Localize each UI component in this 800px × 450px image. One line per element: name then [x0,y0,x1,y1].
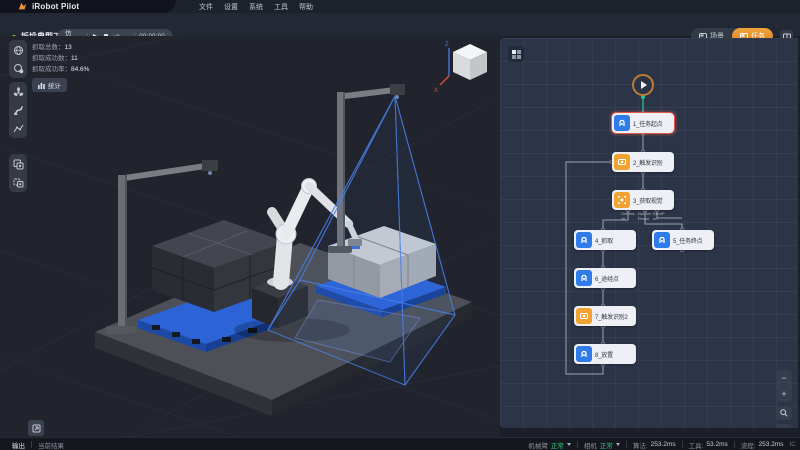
divider [577,441,578,448]
flow-connectors [500,38,798,428]
viewport-3d[interactable]: Z X 抓取总数：13 抓取成功数：11 抓取成功率：84.6% 统计 [0,36,500,437]
toolbar: 拆垛典型工程 仿真 x2 00:00:00 场景 任务 [0,13,800,36]
port-label-error: ErrorPort [653,212,665,221]
menu-settings[interactable]: 设置 [221,2,241,12]
flow-start-node[interactable] [632,74,654,96]
tool-time: 工具: 53.2ms [689,440,728,450]
task-flow-panel[interactable]: 1_任务起点 2_触发识别 3_获取视觉 4_抓取 5_任务终点 6_途经点 7… [500,38,798,428]
divider [682,441,683,448]
trajectory-icon[interactable] [11,121,25,135]
sidebar-group-scene [9,40,27,78]
world-settings-icon[interactable] [11,61,25,75]
robot-status-dropdown[interactable]: 机械臂 正常 [528,440,571,450]
statistics-button[interactable]: 统计 [32,78,67,92]
robot-icon[interactable] [11,103,25,117]
sidebar-group-capture [9,154,27,192]
stat-success: 抓取成功数：11 [32,53,89,64]
logo: iRobot Pilot [0,0,176,13]
statusbar: 输出 当前结果 机械臂 正常 相机 正常 算法: 253.2ms [0,437,800,450]
menu-file[interactable]: 文件 [196,2,216,12]
camera-node-icon [576,308,592,324]
snapshot-icon[interactable] [11,157,25,171]
tab-current-result[interactable]: 当前结果 [38,440,64,450]
logo-text: iRobot Pilot [32,2,79,11]
stat-rate: 抓取成功率：84.6% [32,64,89,75]
flow-node-grab[interactable]: 4_抓取 [574,230,636,250]
restore-panel-button[interactable] [28,420,44,436]
tab-output[interactable]: 输出 [12,440,25,450]
app-window: iRobot Pilot 文件 设置 系统 工具 帮助 拆垛典型工程 仿真 x2… [0,0,800,450]
grid-icon [512,50,521,59]
flow-node-get-vision[interactable]: 3_获取视觉 [612,190,674,210]
flow-time: 流程: 253.2ms [741,440,784,450]
chevron-down-icon [616,443,620,446]
port-label-get-result: GetResult [621,212,635,221]
magnifier-icon [780,409,788,417]
algo-time: 算法: 253.2ms [633,440,676,450]
axis-x-label: X [434,88,438,94]
zoom-out-button[interactable]: − [781,373,786,383]
menu-bar: 文件 设置 系统 工具 帮助 [196,0,316,13]
menu-system[interactable]: 系统 [246,2,266,12]
gripper-node-icon [576,346,592,362]
scene-3d: Z X [0,36,500,437]
camera-status-dropdown[interactable]: 相机 正常 [584,440,620,450]
divider [734,441,735,448]
axis-z-label: Z [445,42,449,48]
menubar: iRobot Pilot 文件 设置 系统 工具 帮助 [0,0,800,13]
divider [31,441,32,448]
snapshot-add-icon[interactable] [11,175,25,189]
flow-node-place[interactable]: 8_放置 [574,344,636,364]
nav-cube[interactable]: Z X [434,42,487,94]
flow-node-trigger-recognition[interactable]: 2_触发识别 [612,152,674,172]
gripper-icon[interactable] [11,85,25,99]
menu-tools[interactable]: 工具 [271,2,291,12]
statusbar-tabs: 输出 当前结果 [12,438,64,450]
statusbar-metrics: 机械臂 正常 相机 正常 算法: 253.2ms 工具: 53.2ms [528,438,796,450]
fit-actual-size-button[interactable]: 1:1 [776,424,792,428]
flow-node-trigger-recognition-2[interactable]: 7_触发识别2 [574,306,636,326]
gripper-node-icon [576,232,592,248]
zoom-in-button[interactable]: + [781,389,786,399]
port-label-not-get-result: NotGetResult [638,212,652,221]
stat-total: 抓取总数：13 [32,42,89,53]
bar-chart-icon [38,82,45,89]
chevron-down-icon [567,443,571,446]
sidebar-group-robot [9,82,27,138]
gripper-node-icon [654,232,670,248]
flow-node-task-start[interactable]: 1_任务起点 [612,113,674,133]
menu-help[interactable]: 帮助 [296,2,316,12]
gripper-node-icon [576,270,592,286]
gripper-node-icon [614,115,630,131]
flow-node-waypoint[interactable]: 6_途经点 [574,268,636,288]
divider [626,441,627,448]
camera-node-icon [614,154,630,170]
zoom-controls: − + [776,370,792,402]
camera-right [390,84,405,95]
vision-node-icon [614,192,630,208]
expand-icon [32,424,41,433]
stats-overlay: 抓取总数：13 抓取成功数：11 抓取成功率：84.6% 统计 [32,42,89,94]
world-icon[interactable] [11,43,25,57]
corner-logo: IC [790,441,797,448]
play-icon [641,81,647,89]
logo-icon [18,2,27,11]
flow-node-task-end[interactable]: 5_任务终点 [652,230,714,250]
camera-left [202,160,218,171]
search-zoom-button[interactable] [776,406,792,420]
camera-frustum [268,96,455,385]
flow-grid-toggle[interactable] [508,46,524,62]
